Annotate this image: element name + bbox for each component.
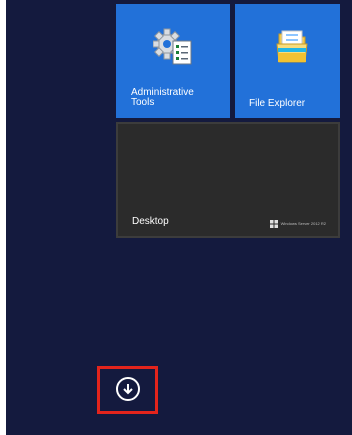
screen: Administrative Tools File Explorer Deskt… <box>0 0 352 435</box>
apps-down-arrow-button[interactable] <box>116 377 140 401</box>
tile-desktop-label: Desktop <box>132 216 169 227</box>
folder-icon <box>275 26 309 66</box>
tile-desktop[interactable]: Desktop Windows Server 2012 R2 <box>116 122 340 238</box>
admin-tools-icon <box>152 28 193 66</box>
windows-server-brand-text: Windows Server 2012 R2 <box>280 221 326 226</box>
windows-logo-icon <box>269 220 278 228</box>
tile-file-explorer[interactable]: File Explorer <box>235 4 340 118</box>
tile-administrative-tools-label: Administrative Tools <box>131 88 194 108</box>
tile-file-explorer-label: File Explorer <box>249 98 306 109</box>
down-arrow-circle-icon <box>123 384 133 395</box>
tile-administrative-tools-label-line-2: Tools <box>131 97 155 108</box>
tile-administrative-tools[interactable]: Administrative Tools <box>116 4 230 118</box>
windows-server-brand: Windows Server 2012 R2 <box>269 220 326 228</box>
